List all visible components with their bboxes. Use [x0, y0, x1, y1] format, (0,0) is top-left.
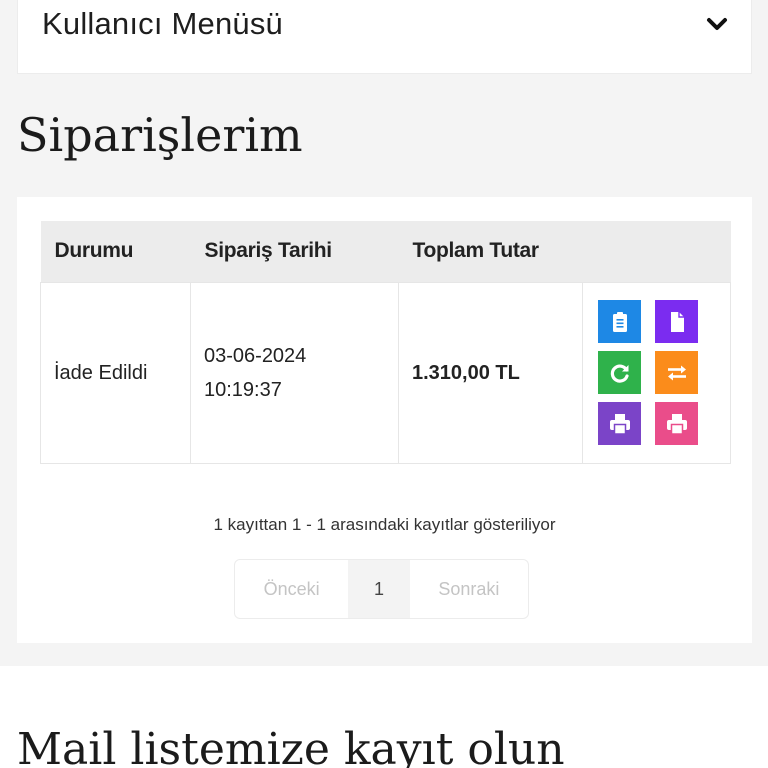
- order-detail-button[interactable]: [598, 300, 641, 343]
- column-header-status: Durumu: [40, 221, 191, 282]
- order-date-cell: 03-06-2024 10:19:37: [190, 281, 399, 464]
- column-header-date: Sipariş Tarihi: [190, 221, 399, 282]
- document-icon: [670, 311, 684, 332]
- print-icon: [609, 413, 630, 435]
- pagination-info: 1 kayıttan 1 - 1 arasındaki kayıtlar gös…: [213, 515, 556, 534]
- column-header-actions: [582, 221, 731, 282]
- chevron-down-icon[interactable]: [705, 12, 729, 36]
- order-actions-cell: [582, 281, 731, 464]
- table-header-row: Durumu Sipariş Tarihi Toplam Tutar: [40, 221, 731, 282]
- refresh-icon: [610, 364, 629, 383]
- table-row: İade Edildi 03-06-2024 10:19:37 1.310,00…: [40, 281, 731, 464]
- pagination-next-button[interactable]: Sonraki: [410, 560, 528, 618]
- clipboard-icon: [612, 311, 627, 332]
- print-label-button[interactable]: [655, 402, 698, 445]
- pagination-prev-button[interactable]: Önceki: [235, 560, 348, 618]
- column-header-total: Toplam Tutar: [398, 221, 583, 282]
- pagination-page-1[interactable]: 1: [348, 560, 410, 618]
- order-time: 10:19:37: [204, 378, 282, 401]
- order-total: 1.310,00 TL: [398, 281, 583, 464]
- exchange-icon: [667, 365, 686, 380]
- orders-table: Durumu Sipariş Tarihi Toplam Tutar İade …: [40, 221, 731, 464]
- print-icon: [666, 413, 687, 435]
- newsletter-title: Mail listemize kayıt olun: [17, 724, 565, 768]
- order-date: 03-06-2024: [204, 344, 307, 367]
- reorder-button[interactable]: [598, 351, 641, 394]
- orders-card: Durumu Sipariş Tarihi Toplam Tutar İade …: [17, 197, 752, 643]
- user-menu-accordion[interactable]: Kullanıcı Menüsü: [17, 0, 752, 74]
- pagination: Önceki 1 Sonraki: [234, 559, 529, 619]
- order-status: İade Edildi: [40, 281, 191, 464]
- page-title: Siparişlerim: [17, 108, 303, 162]
- user-menu-title: Kullanıcı Menüsü: [42, 6, 283, 41]
- exchange-button[interactable]: [655, 351, 698, 394]
- newsletter-section: Mail listemize kayıt olun: [0, 666, 768, 768]
- invoice-button[interactable]: [655, 300, 698, 343]
- print-button[interactable]: [598, 402, 641, 445]
